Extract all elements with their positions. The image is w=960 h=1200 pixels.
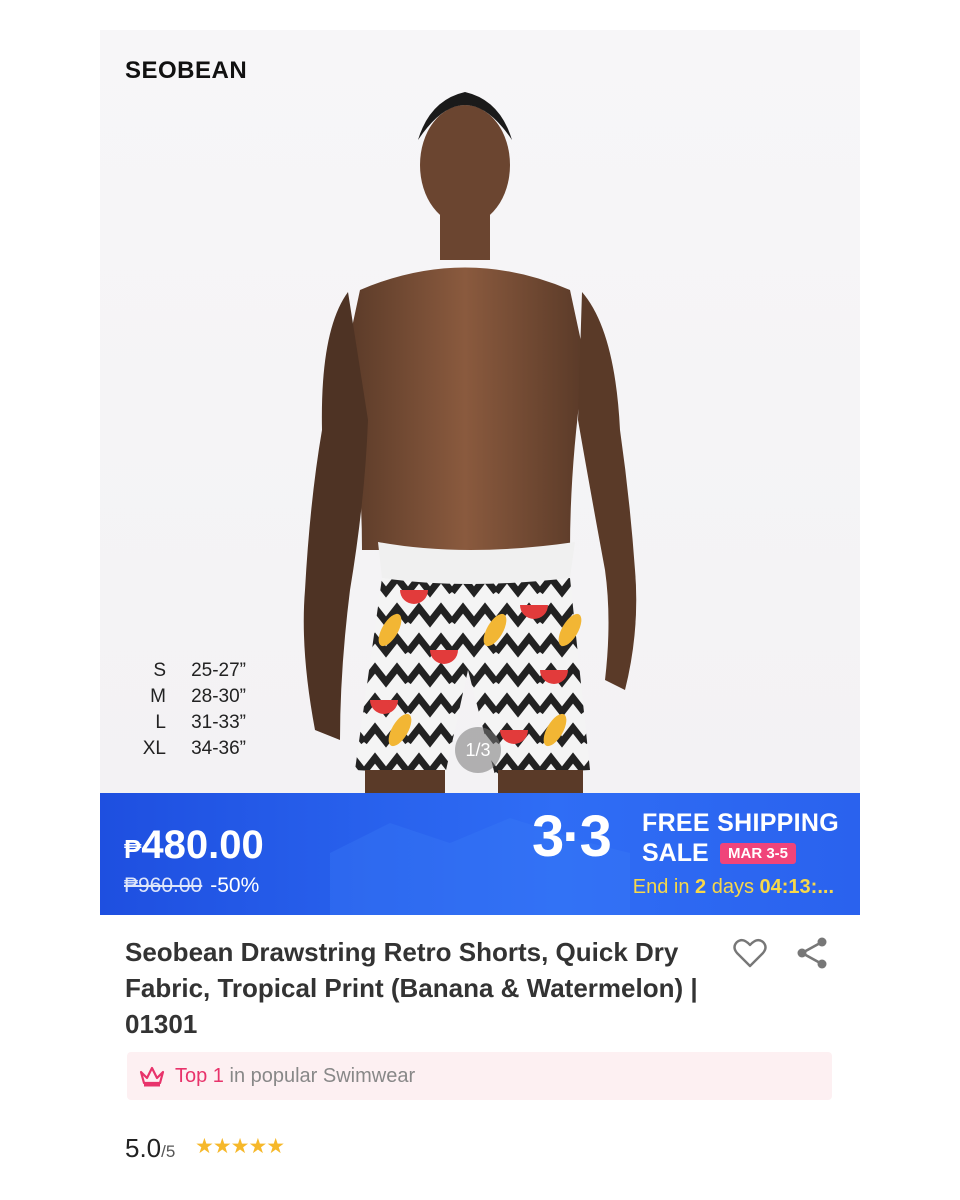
size-range: 31-33” [191,712,246,733]
share-icon[interactable] [794,935,830,971]
product-title: Seobean Drawstring Retro Shorts, Quick D… [125,937,698,1039]
rating-score: 5.0/5 [125,1133,175,1164]
discount-badge: -50% [210,874,260,897]
campaign-dates: MAR 3-5 [720,843,797,864]
ranking-category: in popular Swimwear [229,1065,416,1087]
brand-logo: SEOBEAN [125,57,248,84]
size-label: S [153,660,166,681]
crown-icon [139,1066,165,1087]
sale-countdown: End in 2 days 04:13:... [633,876,834,899]
campaign-line1: FREE SHIPPING [642,809,839,837]
campaign-line2: SALE [642,839,709,867]
size-range: 34-36” [191,738,246,759]
countdown-time: 04:13:... [759,876,834,898]
heart-icon[interactable] [732,935,768,971]
size-label: XL [142,738,166,759]
product-card: SEOBEAN S 25-27” M 28-30” L 31-33” XL 34… [100,30,860,1200]
size-row: L 31-33” [130,710,246,736]
star-rating-icon: ★★★★★ [195,1135,285,1158]
ranking-highlight: Top 1 [175,1065,224,1087]
price-value: 480.00 [141,823,264,867]
size-range: 25-27” [191,660,246,681]
size-row: XL 34-36” [130,736,246,762]
rating-denominator: /5 [161,1142,176,1161]
flash-sale-banner: ₱480.00 ₱960.00 -50% 3·3 FREE SHIPPING SA… [100,793,860,915]
original-price: ₱960.00 [124,874,203,897]
countdown-days-label: days [711,876,754,898]
image-pager: 1/3 [455,727,501,773]
product-image-gallery[interactable]: SEOBEAN S 25-27” M 28-30” L 31-33” XL 34… [100,30,860,793]
ranking-banner[interactable]: Top 1 in popular Swimwear [127,1052,832,1100]
size-row: S 25-27” [130,658,246,684]
size-label: M [150,686,166,707]
original-price-row: ₱960.00 -50% [124,874,259,898]
campaign-logo[interactable]: 3·3 FREE SHIPPING SALE MAR 3-5 [532,801,852,873]
campaign-number: 3·3 [532,804,612,869]
rating-value: 5.0 [125,1133,162,1163]
ranking-text: Top 1 in popular Swimwear [175,1065,415,1088]
currency-symbol: ₱ [124,834,142,864]
countdown-prefix: End in [632,876,690,898]
size-range: 28-30” [191,686,246,707]
size-row: M 28-30” [130,684,246,710]
countdown-days: 2 [695,876,707,898]
size-chart: S 25-27” M 28-30” L 31-33” XL 34-36” [130,658,246,762]
size-label: L [155,712,166,733]
sale-price: ₱480.00 [124,823,264,868]
